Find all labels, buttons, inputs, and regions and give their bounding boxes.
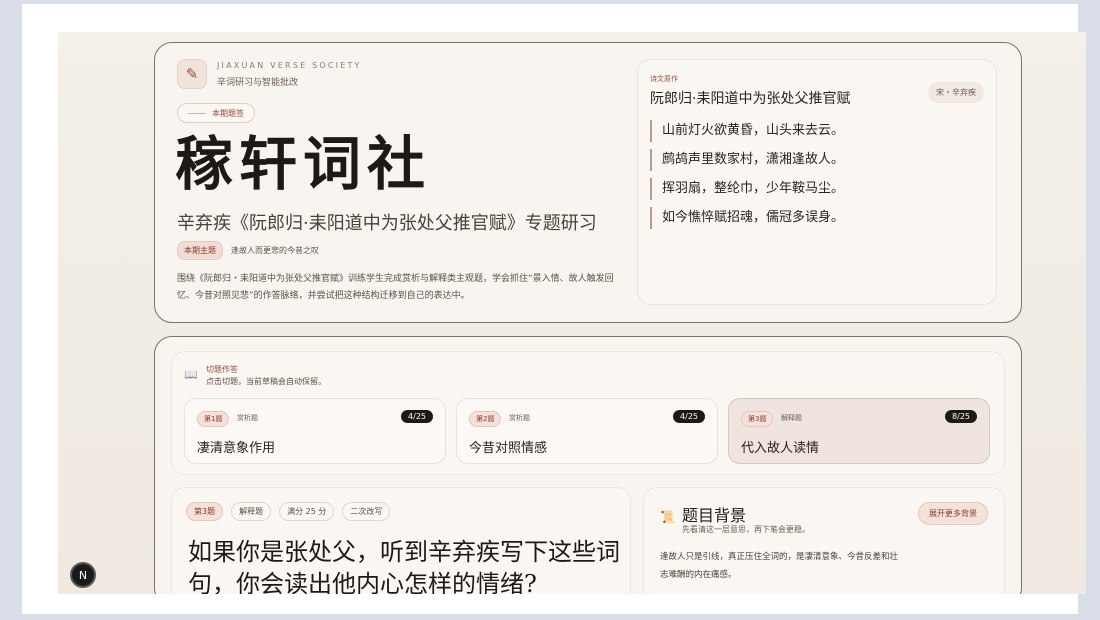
- hero-card: ✎ JIAXUAN VERSE SOCIETY 辛词研习与智能批改 本期题签 稼…: [154, 42, 1022, 323]
- question-switcher: 📖 切题作答 点击切题，当前草稿会自动保留。 第1题 赏析题 4/25 凄清意象…: [171, 351, 1005, 475]
- workspace-card: 📖 切题作答 点击切题，当前草稿会自动保留。 第1题 赏析题 4/25 凄清意象…: [154, 336, 1022, 594]
- divider: [188, 112, 206, 114]
- question-number: 第2题: [469, 411, 502, 427]
- question-kind: 解释题: [781, 414, 802, 422]
- question-prompt: 如果你是张处父，听到辛弃疾写下这些词句，你会读出他内心怎样的情绪?: [188, 538, 620, 594]
- hero-description: 围绕《阮郎归・耒阳道中为张处父推官赋》训练学生完成赏析与解释类主观题，学会抓住“…: [177, 274, 614, 301]
- dev-tools-badge[interactable]: N: [70, 562, 96, 588]
- issue-label-pill: 本期题签: [177, 103, 255, 123]
- question-kind-chip: 解释题: [231, 502, 272, 521]
- question-meta-row: 第3题 解释题 满分 25 分 二次改写: [186, 502, 391, 521]
- background-title: 题目背景: [682, 506, 747, 525]
- book-icon: 📖: [184, 368, 198, 381]
- question-tab-3[interactable]: 第3题 解释题 8/25 代入故人读情: [728, 398, 990, 464]
- poem-line: 鹧鸪声里数家村，潇湘逢故人。: [650, 149, 844, 171]
- theme-badge: 本期主题: [177, 241, 223, 260]
- poem-author-badge: 宋・辛弃疾: [928, 82, 984, 103]
- revision-chip: 二次改写: [342, 502, 391, 521]
- question-kind: 赏析题: [509, 414, 530, 422]
- poem-line: 山前灯火欲黄昏，山头来去云。: [650, 120, 844, 142]
- issue-label: 本期题签: [212, 108, 244, 118]
- poem-title: 阮郎归·耒阳道中为张处父推官赋: [650, 91, 851, 107]
- page-title: 稼轩词社: [175, 130, 432, 198]
- question-tab-1[interactable]: 第1题 赏析题 4/25 凄清意象作用: [184, 398, 446, 464]
- background-subtitle: 先看清这一层意思，再下笔会更稳。: [682, 525, 810, 534]
- question-name: 今昔对照情感: [469, 441, 548, 456]
- expand-background-button[interactable]: 展开更多背景: [918, 502, 988, 525]
- score-badge: 8/25: [945, 410, 977, 423]
- question-name: 凄清意象作用: [197, 441, 276, 456]
- question-number: 第1题: [197, 411, 230, 427]
- app-canvas: ✎ JIAXUAN VERSE SOCIETY 辛词研习与智能批改 本期题签 稼…: [58, 32, 1086, 594]
- question-number: 第3题: [741, 411, 774, 427]
- brand-tagline: 辛词研习与智能批改: [217, 78, 299, 88]
- poem-card: 诗文原作 阮郎归·耒阳道中为张处父推官赋 宋・辛弃疾 山前灯火欲黄昏，山头来去云…: [637, 59, 997, 305]
- question-switcher-title: 切题作答: [206, 365, 238, 374]
- score-badge: 4/25: [673, 410, 705, 423]
- question-name: 代入故人读情: [741, 441, 820, 456]
- scroll-icon: 📜: [660, 510, 675, 524]
- poem-line: 挥羽扇，整纶巾，少年鞍马尘。: [650, 178, 844, 200]
- background-card: 📜 题目背景 先看清这一层意思，再下笔会更稳。 展开更多背景 逢故人只是引线，真…: [643, 487, 1005, 594]
- brand-english-name: JIAXUAN VERSE SOCIETY: [217, 61, 362, 70]
- question-kind: 赏析题: [237, 414, 258, 422]
- question-switcher-subtitle: 点击切题，当前草稿会自动保留。: [206, 377, 326, 386]
- score-badge: 4/25: [401, 410, 433, 423]
- question-detail: 第3题 解释题 满分 25 分 二次改写 如果你是张处父，听到辛弃疾写下这些词句…: [171, 487, 631, 594]
- background-text: 逢故人只是引线，真正压住全词的，是凄清意象、今昔反差和壮志难酬的内在痛感。: [660, 552, 899, 580]
- poem-lines: 山前灯火欲黄昏，山头来去云。 鹧鸪声里数家村，潇湘逢故人。 挥羽扇，整纶巾，少年…: [650, 120, 844, 236]
- full-score-chip: 满分 25 分: [279, 502, 335, 521]
- theme-row: 本期主题 逢故人而更悲的今昔之叹: [177, 241, 319, 260]
- poem-line: 如今憔悴赋招魂，儒冠多误身。: [650, 207, 844, 229]
- theme-text: 逢故人而更悲的今昔之叹: [231, 246, 319, 255]
- quill-icon: ✎: [177, 59, 207, 89]
- question-number-chip: 第3题: [186, 502, 224, 521]
- page-subtitle: 辛弃疾《阮郎归·耒阳道中为张处父推官赋》专题研习: [177, 213, 597, 234]
- poem-label: 诗文原作: [650, 75, 678, 83]
- browser-viewport: ✎ JIAXUAN VERSE SOCIETY 辛词研习与智能批改 本期题签 稼…: [22, 4, 1086, 614]
- question-tab-2[interactable]: 第2题 赏析题 4/25 今昔对照情感: [456, 398, 718, 464]
